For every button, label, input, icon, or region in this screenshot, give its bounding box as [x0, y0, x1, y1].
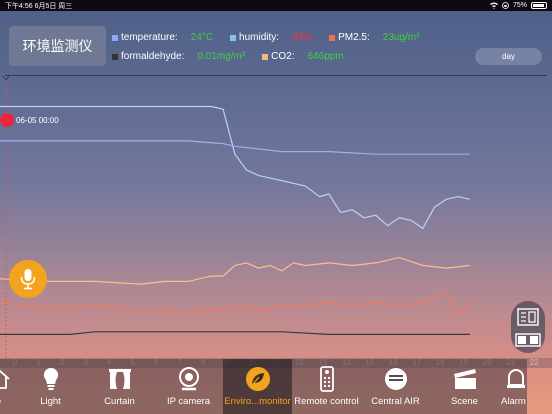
leaf-icon: [245, 366, 271, 392]
nav-item-home[interactable]: me: [0, 359, 16, 414]
series-line-humidity: [0, 105, 470, 230]
nav-item-alarm[interactable]: Alarm: [499, 359, 527, 414]
series-line-pm25: [0, 291, 471, 315]
nav-label-ip-camera: IP camera: [166, 396, 211, 407]
nav-label-light: Light: [40, 396, 61, 407]
home-icon: [0, 366, 11, 392]
nav-label-home: me: [0, 396, 1, 407]
side-panel-button[interactable]: [511, 301, 545, 353]
split-view-icon: [515, 332, 541, 347]
remote-icon: [319, 366, 334, 392]
microphone-icon: [20, 269, 36, 290]
nav-item-curtain[interactable]: Curtain: [85, 359, 154, 414]
nav-item-ip-camera[interactable]: IP camera: [154, 359, 223, 414]
nav-label-remote-control: Remote control: [294, 396, 359, 407]
curtain-icon: [108, 366, 132, 392]
nav-label-alarm: Alarm: [501, 396, 526, 407]
line-chart: [0, 75, 471, 358]
nav-item-light[interactable]: Light: [16, 359, 85, 414]
series-line-co2: [0, 256, 470, 285]
bottom-nav: me Light Curtain IP camera Enviro...moni…: [0, 359, 552, 414]
time-marker-dot[interactable]: [0, 113, 14, 127]
camera-icon: [177, 366, 201, 392]
clapper-icon: [453, 366, 477, 392]
nav-label-curtain: Curtain: [104, 396, 135, 407]
nav-label-central-air: Central AIR: [371, 396, 420, 407]
bulb-icon: [42, 366, 60, 392]
series-line-formaldehyde: [0, 331, 470, 335]
nav-label-scene: Scene: [451, 396, 478, 407]
nav-item-scene[interactable]: Scene: [430, 359, 499, 414]
nav-item-remote-control[interactable]: Remote control: [292, 359, 361, 414]
time-marker-label: 06-05 00:00: [16, 116, 59, 125]
panel-icon: [517, 307, 539, 326]
aircon-icon: [384, 366, 408, 392]
alarm-icon: [499, 366, 527, 392]
nav-label-environment-monitor: Enviro...monitor: [224, 396, 291, 407]
voice-button[interactable]: [9, 260, 47, 298]
nav-item-central-air[interactable]: Central AIR: [361, 359, 430, 414]
nav-item-environment-monitor[interactable]: Enviro...monitor: [223, 359, 292, 414]
